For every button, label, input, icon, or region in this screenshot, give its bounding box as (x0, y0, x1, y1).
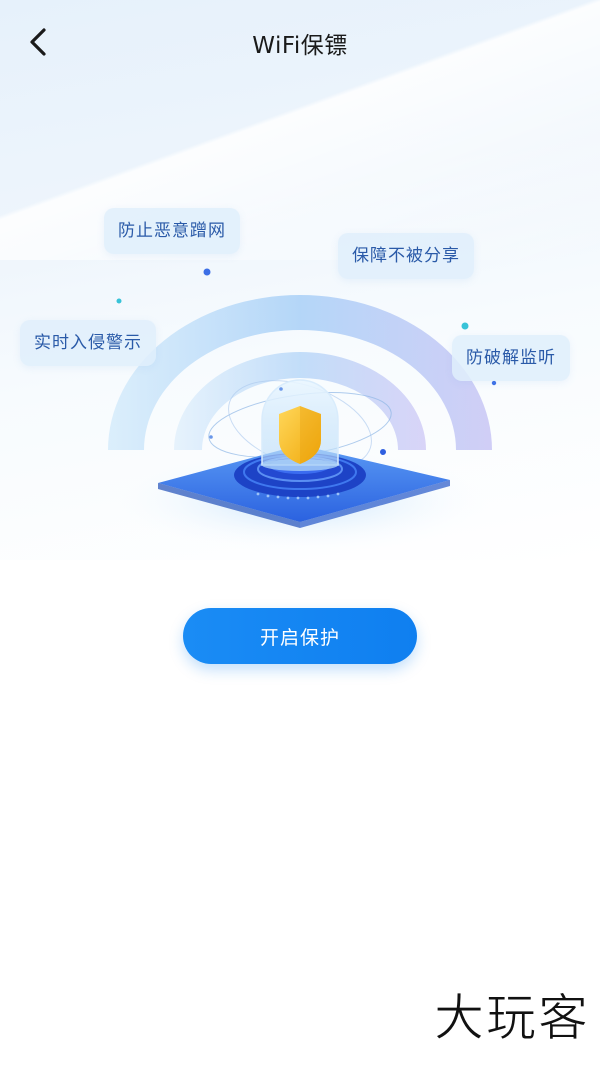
feature-tag-anti-share: 保障不被分享 (338, 233, 474, 279)
enable-protection-button[interactable]: 开启保护 (183, 608, 417, 664)
feature-tag-anti-crack: 防破解监听 (452, 335, 570, 381)
feature-tag-intrusion-alert: 实时入侵警示 (20, 320, 156, 366)
feature-tag-anti-leech: 防止恶意蹭网 (104, 208, 240, 254)
watermark-logo: 大玩客 (434, 989, 590, 1048)
app-header: WiFi保镖 (0, 0, 600, 84)
page-title: WiFi保镖 (252, 33, 348, 59)
